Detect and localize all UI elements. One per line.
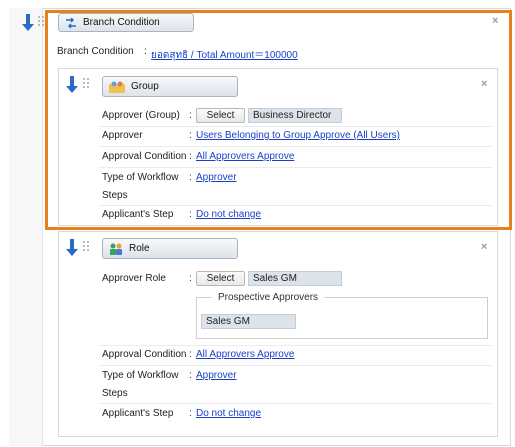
outer-left-bar (9, 8, 43, 446)
drag-handle-icon[interactable] (38, 16, 44, 26)
role-icon (109, 243, 123, 255)
prospective-approver-value: Sales GM (201, 314, 296, 329)
divider (98, 345, 492, 346)
workflow-type-link[interactable]: Approver (196, 172, 237, 183)
approval-condition-label: Approval Condition (102, 151, 187, 162)
role-workflow-type-colon: : (189, 370, 192, 381)
drag-handle-icon[interactable] (83, 241, 89, 251)
workflow-type-label-line2: Steps (102, 190, 128, 201)
down-arrow-icon[interactable] (22, 14, 34, 31)
group-icon (109, 81, 125, 93)
branch-condition-header-label: Branch Condition (83, 17, 160, 28)
approver-role-value: Sales GM (248, 271, 342, 286)
role-approval-condition-colon: : (189, 349, 192, 360)
approver-group-label: Approver (Group) (102, 110, 180, 121)
divider (98, 403, 492, 404)
approver-label: Approver (102, 130, 143, 141)
divider (98, 146, 492, 147)
branch-icon (65, 17, 77, 28)
close-icon[interactable]: × (492, 16, 498, 27)
workflow-type-label-line1: Type of Workflow (102, 172, 179, 183)
group-step-button[interactable]: Group (102, 76, 238, 97)
approval-condition-colon: : (189, 151, 192, 162)
approver-colon: : (189, 130, 192, 141)
role-applicant-step-label: Applicant's Step (102, 408, 174, 419)
approver-group-colon: : (189, 110, 192, 121)
branch-condition-colon: : (144, 46, 147, 57)
applicant-step-colon: : (189, 209, 192, 220)
approver-role-select-button[interactable]: Select (196, 271, 245, 286)
role-step-button[interactable]: Role (102, 238, 238, 259)
prospective-approvers-legend: Prospective Approvers (212, 292, 325, 303)
branch-condition-label: Branch Condition (57, 46, 134, 57)
approver-role-label: Approver Role (102, 273, 166, 284)
approver-link[interactable]: Users Belonging to Group Approve (All Us… (196, 130, 400, 141)
down-arrow-icon[interactable] (66, 76, 78, 93)
workflow-type-colon: : (189, 172, 192, 183)
drag-handle-icon[interactable] (83, 78, 89, 88)
branch-condition-button[interactable]: Branch Condition (58, 13, 194, 32)
divider (98, 365, 492, 366)
close-icon[interactable]: × (481, 79, 487, 90)
divider (98, 205, 492, 206)
branch-condition-link[interactable]: ยอดสุทธิ / Total Amount＝100000 (151, 46, 298, 63)
role-workflow-type-label-line2: Steps (102, 388, 128, 399)
divider (98, 126, 492, 127)
close-icon[interactable]: × (481, 242, 487, 253)
role-approval-condition-link[interactable]: All Approvers Approve (196, 349, 294, 360)
applicant-step-label: Applicant's Step (102, 209, 174, 220)
role-applicant-step-colon: : (189, 408, 192, 419)
role-approval-condition-label: Approval Condition (102, 349, 187, 360)
applicant-step-link[interactable]: Do not change (196, 209, 261, 220)
approver-group-select-button[interactable]: Select (196, 108, 245, 123)
approver-role-colon: : (189, 273, 192, 284)
group-header-label: Group (131, 81, 159, 92)
role-workflow-type-label-line1: Type of Workflow (102, 370, 179, 381)
approval-condition-link[interactable]: All Approvers Approve (196, 151, 294, 162)
down-arrow-icon[interactable] (66, 239, 78, 256)
role-header-label: Role (129, 243, 150, 254)
role-workflow-type-link[interactable]: Approver (196, 370, 237, 381)
divider (98, 167, 492, 168)
approver-group-value: Business Director (248, 108, 342, 123)
role-applicant-step-link[interactable]: Do not change (196, 408, 261, 419)
